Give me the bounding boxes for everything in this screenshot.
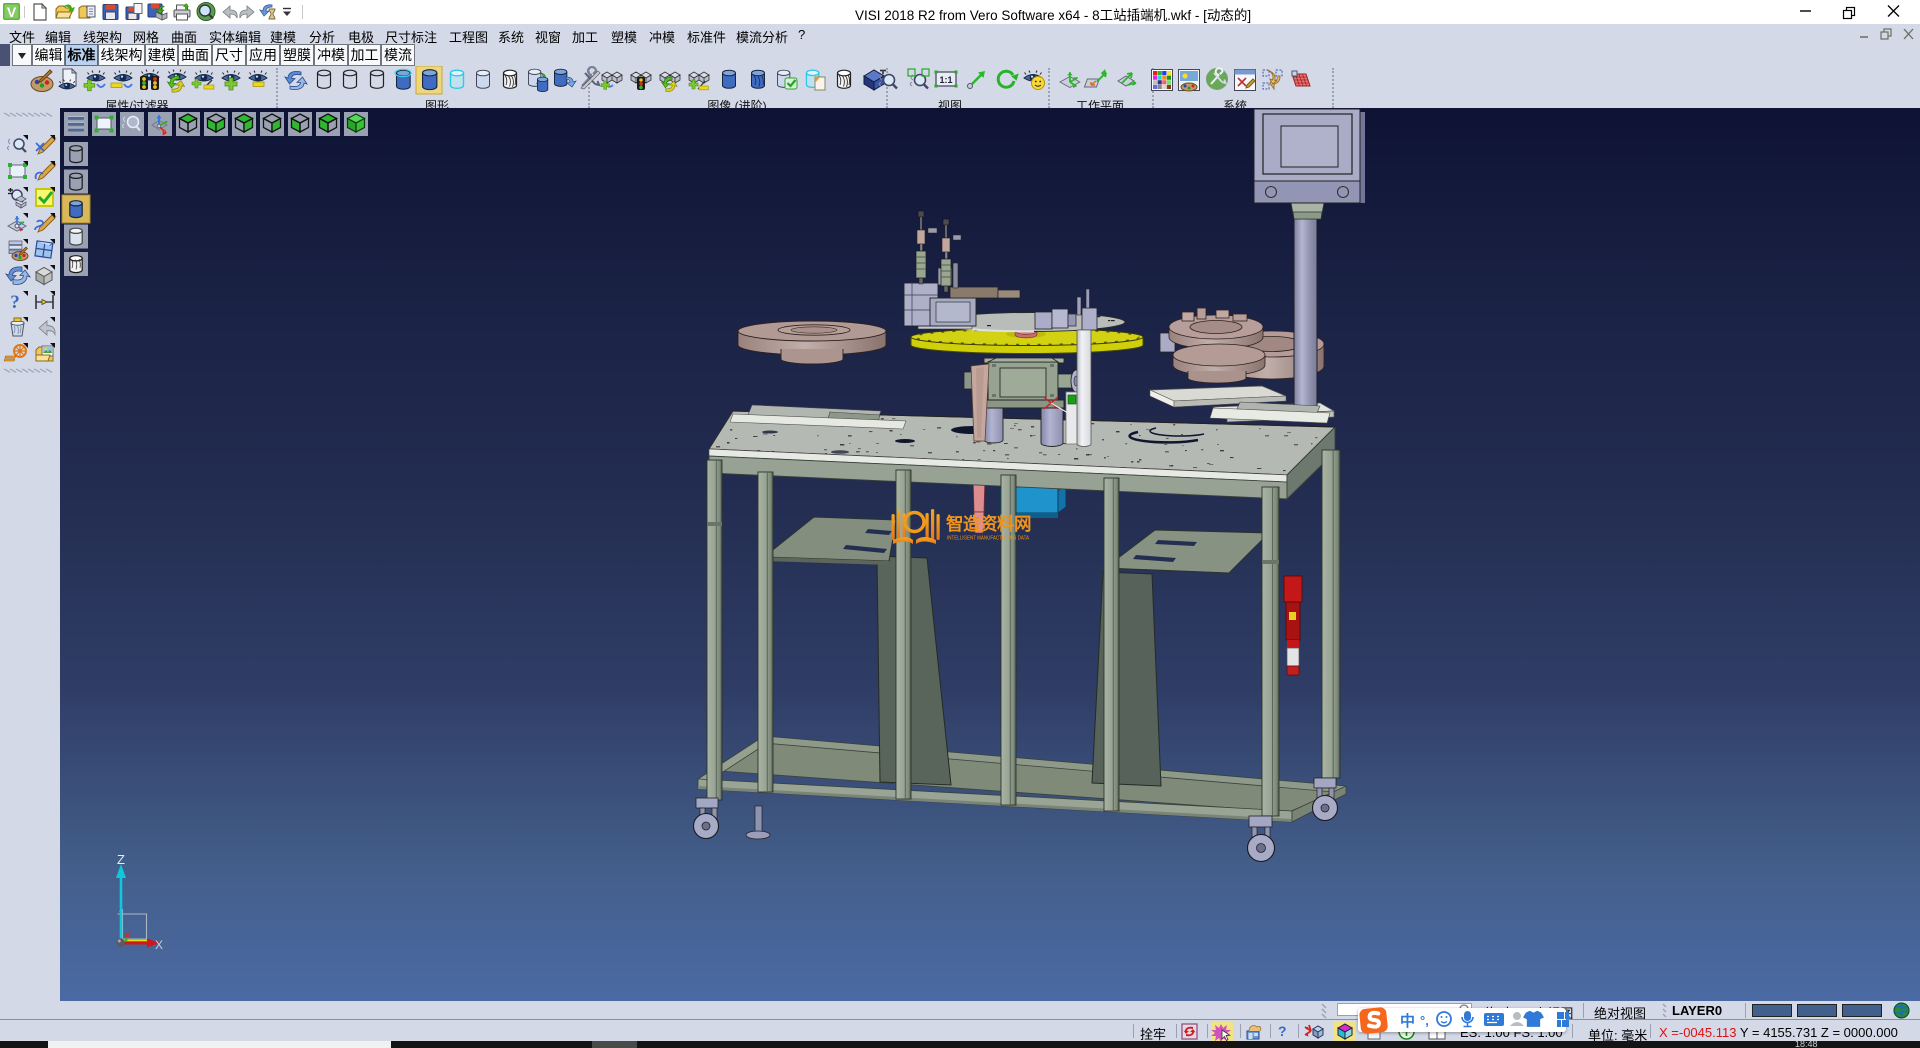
svg-text:1:1: 1:1 bbox=[939, 75, 952, 85]
svg-text:X: X bbox=[155, 938, 163, 952]
svg-text:V: V bbox=[7, 4, 17, 20]
svg-text:INTELLIGENT MANUFACTURING DATA: INTELLIGENT MANUFACTURING DATA bbox=[947, 536, 1030, 542]
svg-text:中: 中 bbox=[1400, 1012, 1415, 1030]
svg-text:?: ? bbox=[10, 292, 20, 313]
svg-text:Z: Z bbox=[117, 852, 125, 867]
svg-text:°,: °, bbox=[1420, 1013, 1429, 1028]
svg-text:智造资料网: 智造资料网 bbox=[946, 514, 1031, 534]
